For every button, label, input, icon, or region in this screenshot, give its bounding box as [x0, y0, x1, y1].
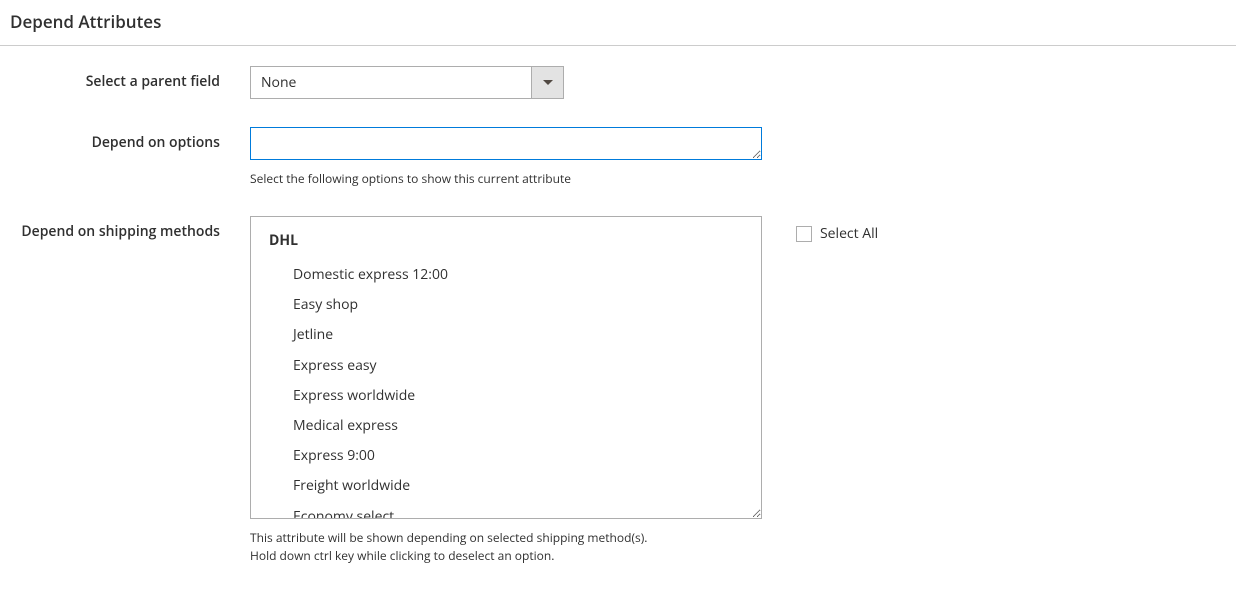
shipping-option[interactable]: Economy select: [269, 502, 743, 520]
section-title: Depend Attributes: [0, 0, 1236, 46]
shipping-option[interactable]: Easy shop: [269, 290, 743, 320]
shipping-methods-multiselect[interactable]: DHL Domestic express 12:00 Easy shop Jet…: [250, 216, 762, 519]
chevron-down-icon: [543, 80, 553, 85]
label-depend-options: Depend on options: [10, 127, 250, 152]
row-depend-options: Depend on options Select the following o…: [0, 127, 1236, 188]
label-shipping-methods: Depend on shipping methods: [10, 216, 250, 241]
select-all-label: Select All: [820, 224, 878, 243]
shipping-option[interactable]: Medical express: [269, 411, 743, 441]
shipping-option[interactable]: Domestic express 12:00: [269, 260, 743, 290]
row-shipping-methods: Depend on shipping methods DHL Domestic …: [0, 216, 1236, 565]
shipping-help-line2: Hold down ctrl key while clicking to des…: [250, 547, 554, 564]
shipping-group-label: DHL: [269, 231, 743, 250]
parent-field-dropdown-button[interactable]: [531, 66, 564, 99]
parent-field-value[interactable]: None: [250, 66, 532, 99]
shipping-methods-help: This attribute will be shown depending o…: [250, 529, 878, 565]
label-parent-field: Select a parent field: [10, 66, 250, 91]
depend-options-input[interactable]: [250, 127, 762, 160]
shipping-option[interactable]: Express easy: [269, 351, 743, 381]
shipping-option[interactable]: Express 9:00: [269, 441, 743, 471]
shipping-option[interactable]: Freight worldwide: [269, 471, 743, 501]
select-all-checkbox[interactable]: [796, 226, 812, 242]
row-parent-field: Select a parent field None: [0, 66, 1236, 99]
shipping-option[interactable]: Express worldwide: [269, 381, 743, 411]
shipping-option[interactable]: Jetline: [269, 320, 743, 350]
shipping-help-line1: This attribute will be shown depending o…: [250, 529, 647, 546]
select-all-wrap: Select All: [796, 224, 878, 243]
parent-field-select[interactable]: None: [250, 66, 565, 99]
depend-options-help: Select the following options to show thi…: [250, 170, 762, 188]
